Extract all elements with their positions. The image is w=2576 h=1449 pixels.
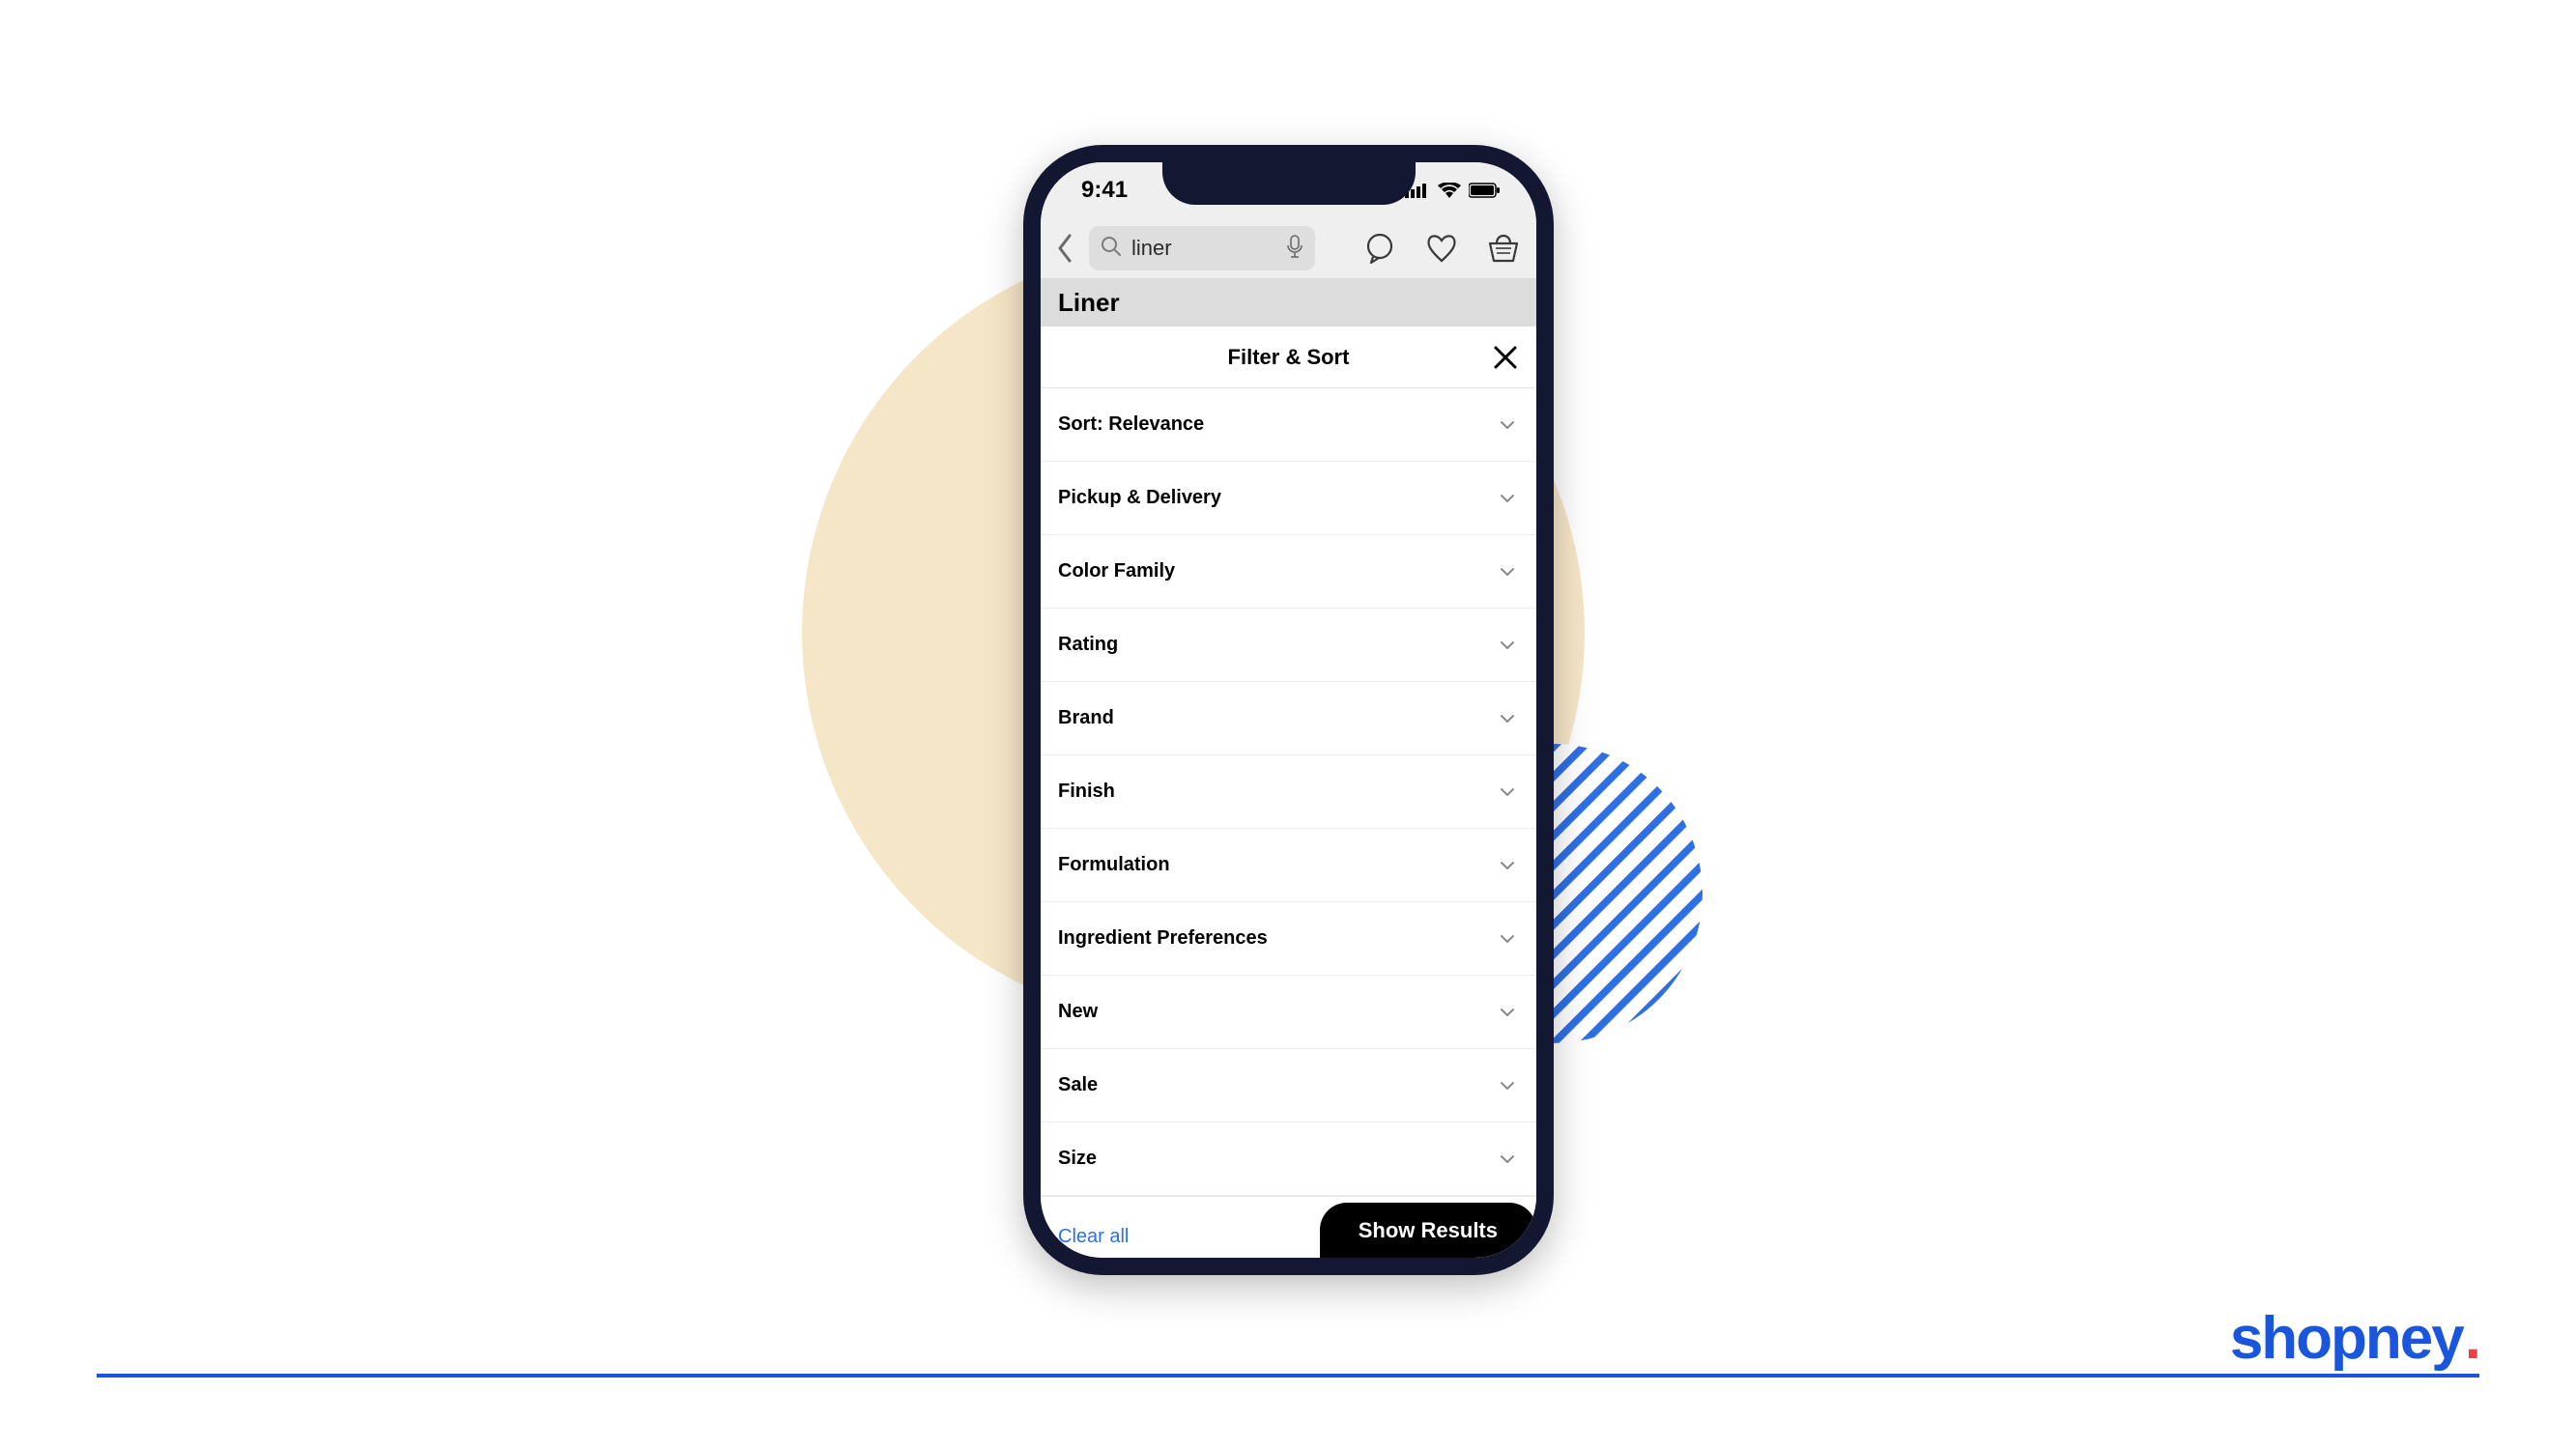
brand-name: shopney [2230, 1304, 2463, 1373]
filter-row-pickup-delivery[interactable]: Pickup & Delivery [1041, 462, 1536, 535]
chevron-down-icon [1498, 1076, 1517, 1095]
filter-row-label: Rating [1058, 634, 1118, 656]
filter-row-label: Brand [1058, 707, 1114, 729]
chevron-down-icon [1498, 636, 1517, 655]
search-bar: liner [1041, 218, 1536, 278]
status-time: 9:41 [1081, 177, 1128, 204]
filter-row-size[interactable]: Size [1041, 1122, 1536, 1196]
filter-sort-header: Filter & Sort [1041, 327, 1536, 388]
heart-icon[interactable] [1422, 229, 1461, 268]
filter-row-sale[interactable]: Sale [1041, 1049, 1536, 1122]
filter-sort-title: Filter & Sort [1228, 345, 1350, 370]
category-title: Liner [1058, 288, 1120, 318]
filter-row-label: Formulation [1058, 854, 1170, 876]
filter-row-finish[interactable]: Finish [1041, 755, 1536, 829]
filter-list: Sort: Relevance Pickup & Delivery Color … [1041, 388, 1536, 1258]
filter-row-new[interactable]: New [1041, 976, 1536, 1049]
phone-screen: 9:41 liner [1041, 162, 1536, 1258]
footer-divider [97, 1374, 2479, 1378]
filter-row-label: New [1058, 1001, 1098, 1023]
filter-row-ingredient-preferences[interactable]: Ingredient Preferences [1041, 902, 1536, 976]
battery-icon [1469, 183, 1502, 198]
search-input[interactable]: liner [1089, 226, 1315, 270]
filter-row-brand[interactable]: Brand [1041, 682, 1536, 755]
filter-row-label: Sort: Relevance [1058, 413, 1204, 436]
filter-row-label: Sale [1058, 1074, 1098, 1096]
phone-frame: 9:41 liner [1023, 145, 1554, 1275]
chevron-down-icon [1498, 1003, 1517, 1022]
filter-row-label: Size [1058, 1148, 1097, 1170]
brand-dot: . [2465, 1304, 2479, 1373]
filter-row-label: Finish [1058, 781, 1115, 803]
status-indicators [1405, 183, 1502, 198]
chevron-down-icon [1498, 782, 1517, 802]
filter-action-bar: Clear all Show Results [1041, 1196, 1536, 1258]
chat-icon[interactable] [1360, 229, 1399, 268]
chevron-down-icon [1498, 1150, 1517, 1169]
filter-row-label: Pickup & Delivery [1058, 487, 1221, 509]
chevron-down-icon [1498, 489, 1517, 508]
microphone-icon[interactable] [1286, 235, 1303, 263]
filter-row-color-family[interactable]: Color Family [1041, 535, 1536, 609]
chevron-down-icon [1498, 562, 1517, 582]
phone-notch [1162, 162, 1416, 205]
chevron-down-icon [1498, 929, 1517, 949]
wifi-icon [1438, 183, 1461, 198]
filter-row-formulation[interactable]: Formulation [1041, 829, 1536, 902]
back-button[interactable] [1050, 229, 1079, 268]
filter-row-label: Color Family [1058, 560, 1175, 582]
search-query-text: liner [1131, 236, 1276, 261]
chevron-down-icon [1498, 856, 1517, 875]
filter-row-label: Ingredient Preferences [1058, 927, 1268, 950]
basket-icon[interactable] [1484, 229, 1523, 268]
filter-row-sort[interactable]: Sort: Relevance [1041, 388, 1536, 462]
brand-logo: shopney. [2230, 1304, 2479, 1373]
search-icon [1101, 236, 1122, 262]
filter-row-rating[interactable]: Rating [1041, 609, 1536, 682]
show-results-button[interactable]: Show Results [1320, 1203, 1536, 1259]
clear-all-link[interactable]: Clear all [1058, 1226, 1129, 1248]
close-button[interactable] [1486, 338, 1525, 377]
chevron-down-icon [1498, 709, 1517, 728]
chevron-down-icon [1498, 415, 1517, 435]
category-header: Liner [1041, 278, 1536, 327]
show-results-label: Show Results [1359, 1218, 1498, 1242]
